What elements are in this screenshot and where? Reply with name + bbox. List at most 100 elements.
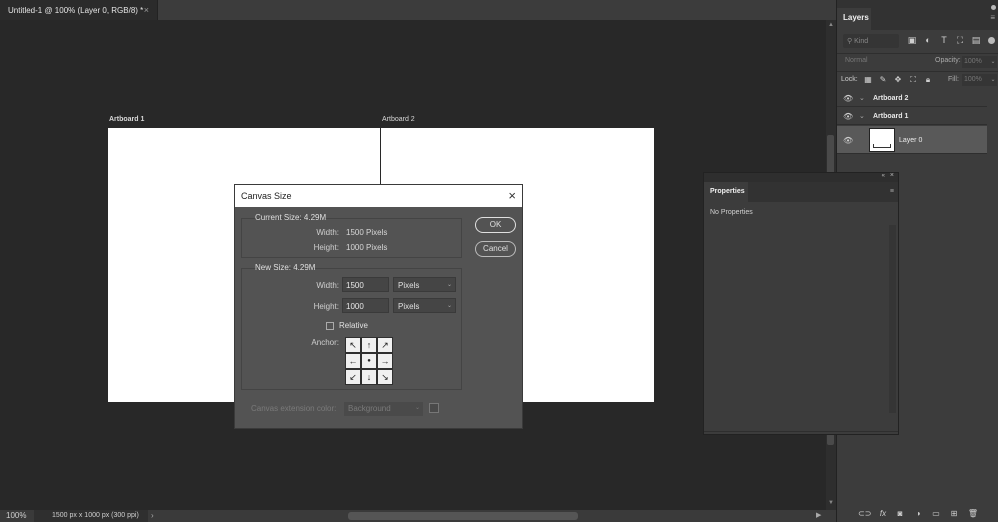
chevron-down-icon: ⌄ xyxy=(446,282,452,288)
chevron-down-icon: ⌄ xyxy=(414,405,420,411)
opacity-label: Opacity: xyxy=(935,57,961,64)
cancel-button[interactable]: Cancel xyxy=(475,241,516,257)
shape-filter-icon[interactable]: ⛶ xyxy=(954,34,966,46)
trash-icon[interactable]: 🗑︎ xyxy=(967,508,979,520)
photoshop-window: Untitled-1 @ 100% (Layer 0, RGB/8) * × A… xyxy=(0,0,998,522)
new-width-label: Width: xyxy=(316,281,339,290)
width-unit-select[interactable]: Pixels ⌄ xyxy=(393,277,456,292)
type-filter-icon[interactable]: T xyxy=(938,34,950,46)
lock-label: Lock: xyxy=(841,76,858,83)
visibility-eye-icon[interactable]: 👁︎ xyxy=(843,136,853,145)
artboard-2-label[interactable]: Artboard 2 xyxy=(382,116,415,123)
layer-filter-row: ⚲ Kind ▣ ◐ T ⛶ ▤ xyxy=(837,32,998,50)
anchor-grid: ↖ ↑ ↗ ← ● → ↙ ↓ ↘ xyxy=(345,337,393,385)
anchor-bottom-right[interactable]: ↘ xyxy=(377,369,393,385)
document-tab[interactable]: Untitled-1 @ 100% (Layer 0, RGB/8) * × xyxy=(0,0,158,20)
folder-icon[interactable]: ▭ xyxy=(930,508,942,520)
close-panel-icon[interactable]: × xyxy=(890,172,894,179)
lock-all-icon[interactable]: 🔒︎ xyxy=(923,75,933,85)
extension-color-value: Background xyxy=(348,404,391,413)
lock-row: Lock: ▦ ✎ ✥ ⛶ 🔒︎ Fill: 100% ⌄ xyxy=(837,71,998,87)
anchor-top-left[interactable]: ↖ xyxy=(345,337,361,353)
adjustment-icon[interactable]: ◑ xyxy=(912,508,924,520)
fill-label: Fill: xyxy=(948,76,959,83)
layer-thumbnail xyxy=(869,128,895,152)
current-size-group xyxy=(241,218,462,258)
link-icon[interactable]: ⊂⊃ xyxy=(858,508,871,520)
opacity-chevron-icon[interactable]: ⌄ xyxy=(989,56,997,68)
lock-position-icon[interactable]: ✥ xyxy=(893,75,903,85)
status-chevron-icon[interactable]: › xyxy=(151,511,154,520)
filter-toggle-icon[interactable] xyxy=(988,37,995,44)
lock-transparent-pixels-icon[interactable]: ▦ xyxy=(863,75,873,85)
search-icon: ⚲ xyxy=(847,38,853,45)
blend-mode-select[interactable]: Normal xyxy=(843,56,931,68)
panel-close-icon[interactable] xyxy=(991,5,996,10)
current-width-label: Width: xyxy=(316,228,339,237)
document-tab-bar: Untitled-1 @ 100% (Layer 0, RGB/8) * × xyxy=(0,0,836,20)
layer-row-layer-0[interactable]: 👁︎ Layer 0 xyxy=(837,126,987,154)
current-height-label: Height: xyxy=(313,243,339,252)
dialog-title: Canvas Size xyxy=(241,191,292,201)
smart-object-filter-icon[interactable]: ▤ xyxy=(970,34,982,46)
anchor-bottom-left[interactable]: ↙ xyxy=(345,369,361,385)
lock-artboard-icon[interactable]: ⛶ xyxy=(908,75,918,85)
canvas-size-dialog: Canvas Size × Current Size: 4.29M Width:… xyxy=(234,184,523,429)
properties-panel: « × Properties ≡ No Properties xyxy=(703,172,899,435)
relative-checkbox[interactable] xyxy=(326,322,334,330)
height-unit-select[interactable]: Pixels ⌄ xyxy=(393,298,456,313)
kind-filter-select[interactable]: ⚲ Kind xyxy=(843,34,899,48)
layer-name: Layer 0 xyxy=(899,137,923,144)
scroll-right-icon[interactable]: ▶ xyxy=(816,511,821,519)
adjustment-filter-icon[interactable]: ◐ xyxy=(922,34,934,46)
layers-panel-tab-bar: Layers ≡ xyxy=(837,0,998,30)
fill-input[interactable]: 100% xyxy=(962,74,989,86)
visibility-eye-icon[interactable]: 👁︎ xyxy=(843,112,853,121)
new-layer-icon[interactable]: ⊞ xyxy=(948,508,960,520)
tab-layers[interactable]: Layers xyxy=(837,8,871,30)
kind-filter-label: Kind xyxy=(854,38,869,45)
properties-message: No Properties xyxy=(710,209,753,216)
mask-icon[interactable]: ◙ xyxy=(894,508,906,520)
opacity-input[interactable]: 100% xyxy=(962,56,989,68)
tab-properties[interactable]: Properties xyxy=(704,182,748,202)
layer-name: Artboard 2 xyxy=(873,95,909,102)
layer-row-artboard-2[interactable]: 👁︎ ⌄ Artboard 2 xyxy=(837,89,987,107)
expand-chevron-icon[interactable]: ⌄ xyxy=(859,94,865,102)
close-tab-icon[interactable]: × xyxy=(144,5,149,15)
anchor-bottom-center[interactable]: ↓ xyxy=(361,369,377,385)
visibility-eye-icon[interactable]: 👁︎ xyxy=(843,94,853,103)
anchor-top-center[interactable]: ↑ xyxy=(361,337,377,353)
ok-button[interactable]: OK xyxy=(475,217,516,233)
properties-tab-bar: Properties ≡ xyxy=(704,182,898,202)
zoom-level[interactable]: 100% xyxy=(6,511,26,520)
image-filter-icon[interactable]: ▣ xyxy=(906,34,918,46)
current-height-value: 1000 Pixels xyxy=(346,243,388,252)
artboard-1-label[interactable]: Artboard 1 xyxy=(109,116,144,123)
collapse-panel-icon[interactable]: « xyxy=(882,173,885,179)
properties-menu-icon[interactable]: ≡ xyxy=(890,188,894,195)
new-size-title: New Size: 4.29M xyxy=(255,263,316,272)
anchor-middle-right[interactable]: → xyxy=(377,353,393,369)
scroll-up-icon[interactable]: ▲ xyxy=(827,22,835,28)
expand-chevron-icon[interactable]: ⌄ xyxy=(859,112,865,120)
scroll-down-icon[interactable]: ▼ xyxy=(827,500,835,506)
layer-name: Artboard 1 xyxy=(873,113,909,120)
blend-row: Normal Opacity: 100% ⌄ xyxy=(837,53,998,69)
anchor-middle-left[interactable]: ← xyxy=(345,353,361,369)
horizontal-scrollbar-thumb[interactable] xyxy=(348,512,578,520)
height-input[interactable]: 1000 xyxy=(342,298,389,313)
width-input[interactable]: 1500 xyxy=(342,277,389,292)
anchor-top-right[interactable]: ↗ xyxy=(377,337,393,353)
lock-image-pixels-icon[interactable]: ✎ xyxy=(878,75,888,85)
close-icon[interactable]: × xyxy=(508,188,516,203)
dialog-title-bar[interactable]: Canvas Size × xyxy=(235,185,522,207)
relative-label[interactable]: Relative xyxy=(339,321,368,330)
fill-chevron-icon[interactable]: ⌄ xyxy=(989,74,997,86)
anchor-label: Anchor: xyxy=(311,338,339,347)
fx-icon[interactable]: fx xyxy=(877,508,889,520)
anchor-center[interactable]: ● xyxy=(361,353,377,369)
properties-scrollbar[interactable] xyxy=(889,225,896,413)
layer-row-artboard-1[interactable]: 👁︎ ⌄ Artboard 1 xyxy=(837,107,987,125)
layers-menu-icon[interactable]: ≡ xyxy=(990,13,995,22)
